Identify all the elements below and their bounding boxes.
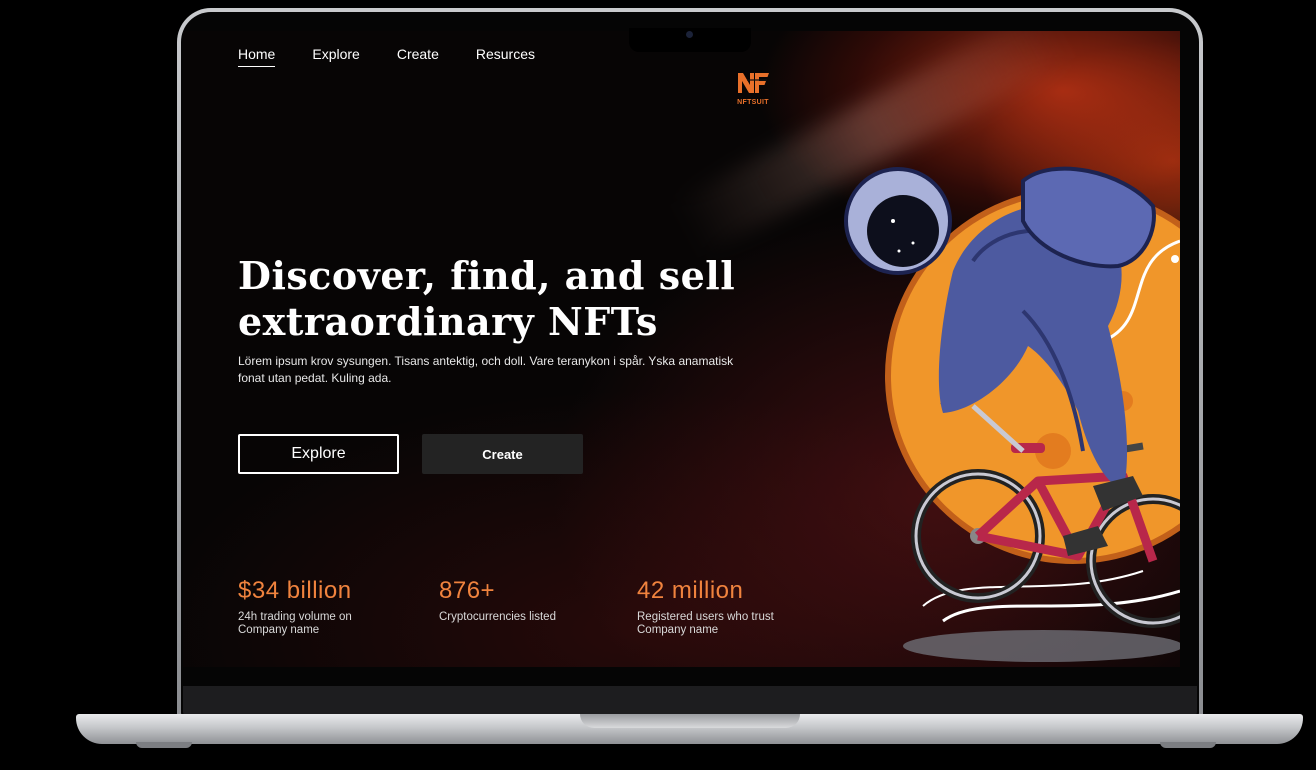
nav-home[interactable]: Home [238,46,276,67]
explore-button[interactable]: Explore [238,434,399,474]
nav-explore[interactable]: Explore [312,46,359,67]
stat-label: 24h trading volume on Company name [238,611,352,636]
nav-create[interactable]: Create [397,46,439,67]
laptop-base-notch [580,714,800,728]
camera-icon [686,31,693,38]
laptop-chin [183,686,1197,716]
stat-value: 876+ [439,577,496,604]
create-button[interactable]: Create [422,434,583,474]
main-nav: Home Explore Create Resurces [238,46,535,67]
stat-value: $34 billion [238,577,352,604]
stat-trading-volume: $34 billion 24h trading volume on Compan… [238,577,398,637]
screen: Home Explore Create Resurces NFTSUIT Dis… [183,31,1180,667]
stat-label: Registered users who trust Company name [637,611,774,636]
brand-logo[interactable]: NFTSUIT [735,71,771,106]
stat-value: 42 million [637,577,744,604]
nftsuit-logo-icon [738,73,769,93]
stat-registered-users: 42 million Registered users who trust Co… [637,577,797,637]
stat-label: Cryptocurrencies listed [439,611,556,623]
hero-description: Lörem ipsum krov sysungen. Tisans antekt… [238,354,734,385]
hero-title: Discover, find, and sell extraordinary N… [238,253,736,344]
laptop-foot-left [136,742,192,748]
logo-text: NFTSUIT [737,99,769,106]
stat-cryptocurrencies: 876+ Cryptocurrencies listed [439,577,599,624]
astronaut-bike-illustration [844,166,1180,662]
laptop-foot-right [1160,742,1216,748]
nav-resources[interactable]: Resurces [476,46,535,67]
